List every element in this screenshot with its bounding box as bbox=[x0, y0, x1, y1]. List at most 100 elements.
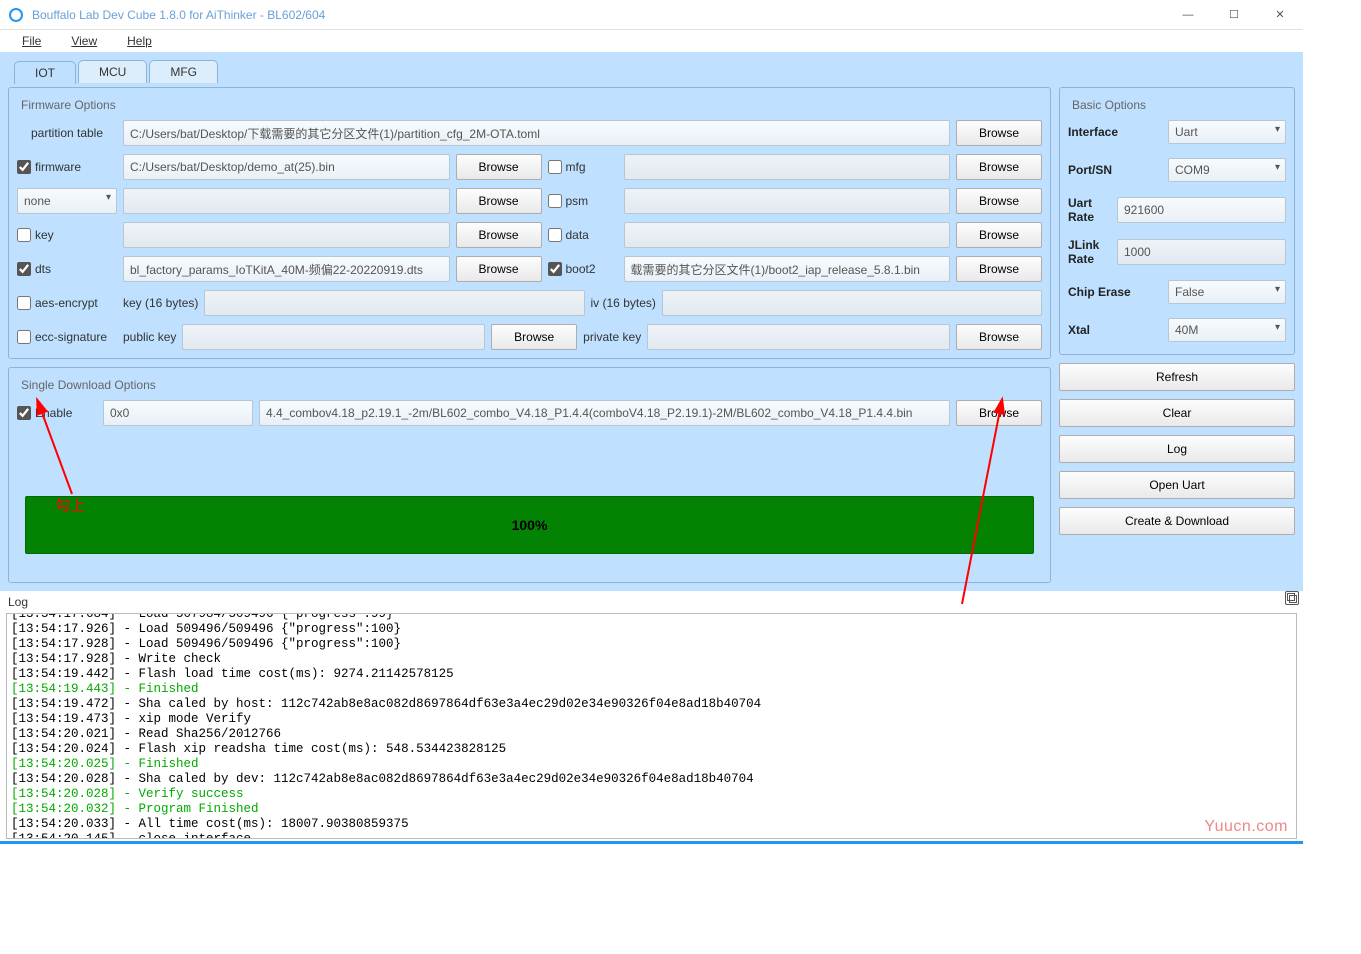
log-line: [13:54:19.442] - Flash load time cost(ms… bbox=[11, 667, 1292, 682]
create-download-button[interactable]: Create & Download bbox=[1059, 507, 1295, 535]
tab-mcu[interactable]: MCU bbox=[78, 60, 147, 83]
privkey-browse-button[interactable]: Browse bbox=[956, 324, 1042, 350]
data-label: data bbox=[566, 228, 589, 242]
firmware-label: firmware bbox=[35, 160, 81, 174]
clear-button[interactable]: Clear bbox=[1059, 399, 1295, 427]
log-line: [13:54:20.021] - Read Sha256/2012766 bbox=[11, 727, 1292, 742]
app-body: IOT MCU MFG Firmware Options partition t… bbox=[0, 52, 1303, 591]
log-line: [13:54:20.025] - Finished bbox=[11, 757, 1292, 772]
pubkey-browse-button[interactable]: Browse bbox=[491, 324, 577, 350]
xtal-label: Xtal bbox=[1068, 323, 1168, 337]
mfg-input[interactable] bbox=[624, 154, 951, 180]
watermark: Yuucn.com bbox=[1204, 819, 1288, 834]
binary-path-input[interactable] bbox=[259, 400, 950, 426]
log-line: [13:54:20.024] - Flash xip readsha time … bbox=[11, 742, 1292, 757]
dts-checkbox[interactable] bbox=[17, 262, 31, 276]
boot2-browse-button[interactable]: Browse bbox=[956, 256, 1042, 282]
progress-wrap: 100% bbox=[25, 496, 1034, 554]
log-line: [13:54:17.928] - Load 509496/509496 {"pr… bbox=[11, 637, 1292, 652]
key-checkbox[interactable] bbox=[17, 228, 31, 242]
data-browse-button[interactable]: Browse bbox=[956, 222, 1042, 248]
aes-checkbox[interactable] bbox=[17, 296, 31, 310]
interface-select[interactable]: Uart bbox=[1168, 120, 1286, 144]
data-input[interactable] bbox=[624, 222, 951, 248]
partition-table-input[interactable] bbox=[123, 120, 950, 146]
tabs: IOT MCU MFG bbox=[14, 60, 1295, 83]
interface-label: Interface bbox=[1068, 125, 1168, 139]
menu-help[interactable]: Help bbox=[115, 32, 164, 50]
dts-browse-button[interactable]: Browse bbox=[456, 256, 542, 282]
uart-rate-label: Uart Rate bbox=[1068, 196, 1117, 224]
log-line: [13:54:17.926] - Load 509496/509496 {"pr… bbox=[11, 622, 1292, 637]
firmware-input[interactable] bbox=[123, 154, 450, 180]
mfg-checkbox[interactable] bbox=[548, 160, 562, 174]
data-checkbox[interactable] bbox=[548, 228, 562, 242]
log-line: [13:54:19.443] - Finished bbox=[11, 682, 1292, 697]
firmware-checkbox[interactable] bbox=[17, 160, 31, 174]
uart-rate-input[interactable] bbox=[1117, 197, 1286, 223]
log-button[interactable]: Log bbox=[1059, 435, 1295, 463]
log-output[interactable]: [13:54:17.684] - Load 507984/509496 {"pr… bbox=[6, 613, 1297, 839]
jlink-rate-input[interactable] bbox=[1117, 239, 1286, 265]
aes-iv-input[interactable] bbox=[662, 290, 1042, 316]
menubar: File View Help bbox=[0, 30, 1303, 52]
log-line: [13:54:19.472] - Sha caled by host: 112c… bbox=[11, 697, 1292, 712]
key-browse-button[interactable]: Browse bbox=[456, 222, 542, 248]
pubkey-input[interactable] bbox=[182, 324, 485, 350]
none-select[interactable]: none bbox=[17, 188, 117, 214]
aes-label: aes-encrypt bbox=[35, 296, 98, 310]
log-line: [13:54:17.928] - Write check bbox=[11, 652, 1292, 667]
single-browse-button[interactable]: Browse bbox=[956, 400, 1042, 426]
boot2-input[interactable] bbox=[624, 256, 951, 282]
psm-input[interactable] bbox=[624, 188, 951, 214]
xtal-select[interactable]: 40M bbox=[1168, 318, 1286, 342]
tab-iot[interactable]: IOT bbox=[14, 61, 76, 84]
boot2-label: boot2 bbox=[566, 262, 596, 276]
menu-file[interactable]: File bbox=[10, 32, 53, 50]
chip-erase-select[interactable]: False bbox=[1168, 280, 1286, 304]
aes-key-input[interactable] bbox=[204, 290, 584, 316]
app-icon bbox=[8, 7, 24, 23]
partition-table-label: partition table bbox=[17, 126, 117, 140]
boot2-checkbox[interactable] bbox=[548, 262, 562, 276]
log-line: [13:54:20.032] - Program Finished bbox=[11, 802, 1292, 817]
log-line: [13:54:20.028] - Verify success bbox=[11, 787, 1292, 802]
firmware-options-title: Firmware Options bbox=[17, 96, 1042, 114]
enable-label: Enable bbox=[35, 406, 72, 420]
firmware-browse-button[interactable]: Browse bbox=[456, 154, 542, 180]
ecc-label: ecc-signature bbox=[35, 330, 107, 344]
privkey-label: private key bbox=[583, 330, 641, 344]
minimize-button[interactable]: — bbox=[1165, 0, 1211, 30]
refresh-button[interactable]: Refresh bbox=[1059, 363, 1295, 391]
psm-browse-button[interactable]: Browse bbox=[956, 188, 1042, 214]
open-uart-button[interactable]: Open Uart bbox=[1059, 471, 1295, 499]
maximize-button[interactable]: ☐ bbox=[1211, 0, 1257, 30]
log-line: [13:54:19.473] - xip mode Verify bbox=[11, 712, 1292, 727]
offset-input[interactable] bbox=[103, 400, 253, 426]
firmware-options-panel: Firmware Options partition table Browse … bbox=[8, 87, 1051, 359]
none-input[interactable] bbox=[123, 188, 450, 214]
menu-view[interactable]: View bbox=[59, 32, 109, 50]
dts-label: dts bbox=[35, 262, 51, 276]
partition-browse-button[interactable]: Browse bbox=[956, 120, 1042, 146]
psm-checkbox[interactable] bbox=[548, 194, 562, 208]
progress-bar: 100% bbox=[25, 496, 1034, 554]
none-browse-button[interactable]: Browse bbox=[456, 188, 542, 214]
basic-options-title: Basic Options bbox=[1068, 96, 1286, 114]
log-line: [13:54:20.145] - close interface bbox=[11, 832, 1292, 839]
privkey-input[interactable] bbox=[647, 324, 950, 350]
dts-input[interactable] bbox=[123, 256, 450, 282]
detach-icon[interactable] bbox=[1285, 591, 1299, 605]
close-button[interactable]: ✕ bbox=[1257, 0, 1303, 30]
right-column: Basic Options InterfaceUart Port/SNCOM9 … bbox=[1059, 87, 1295, 583]
chip-erase-label: Chip Erase bbox=[1068, 285, 1168, 299]
pubkey-label: public key bbox=[123, 330, 176, 344]
mfg-browse-button[interactable]: Browse bbox=[956, 154, 1042, 180]
port-select[interactable]: COM9 bbox=[1168, 158, 1286, 182]
tab-mfg[interactable]: MFG bbox=[149, 60, 218, 83]
enable-checkbox[interactable] bbox=[17, 406, 31, 420]
mfg-label: mfg bbox=[566, 160, 586, 174]
key-input[interactable] bbox=[123, 222, 450, 248]
ecc-checkbox[interactable] bbox=[17, 330, 31, 344]
key-label: key bbox=[35, 228, 54, 242]
